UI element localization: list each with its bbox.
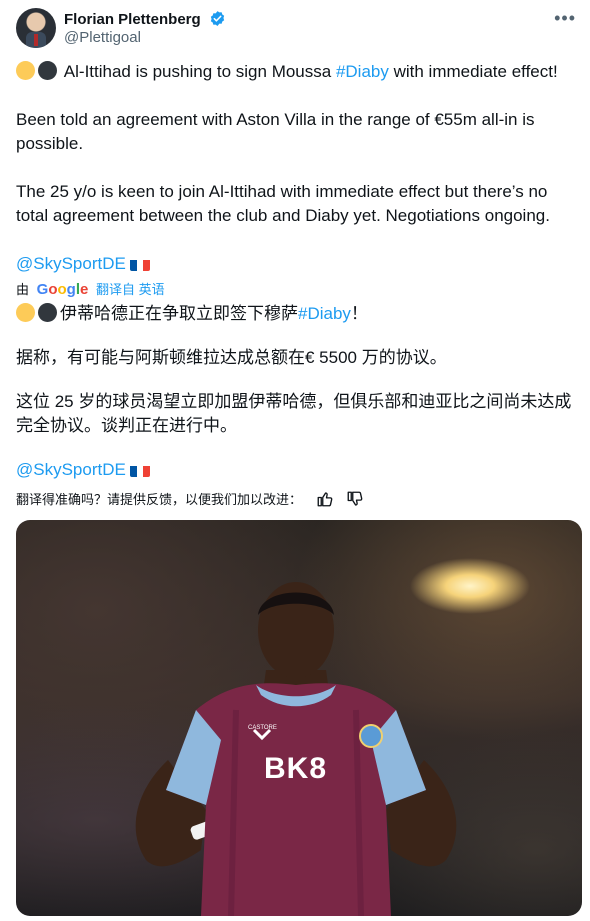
- more-options-icon[interactable]: •••: [554, 8, 576, 29]
- tweet-text: Al-Ittihad is pushing to sign Moussa #Di…: [16, 60, 576, 276]
- translated-hashtag-link[interactable]: #Diaby: [298, 304, 351, 323]
- tweet-line-1-text: Al-Ittihad is pushing to sign Moussa: [63, 62, 336, 81]
- tweet-paragraph-3: The 25 y/o is keen to join Al-Ittihad wi…: [16, 182, 550, 225]
- verified-badge-icon: [210, 11, 225, 26]
- translated-paragraph-3: 这位 25 岁的球员渴望立即加盟伊蒂哈德，但俱乐部和迪亚比之间尚未达成完全协议。…: [16, 392, 572, 435]
- google-logo-icon: Google: [36, 281, 89, 298]
- author-name[interactable]: Florian Plettenberg: [64, 10, 226, 28]
- tweet-mention-line: @SkySportDE: [16, 252, 576, 276]
- translated-from-link[interactable]: 翻译自 英语: [96, 282, 165, 297]
- translation-attribution: 由 Google 翻译自 英语: [16, 279, 165, 298]
- translated-paragraph-2: 据称，有可能与阿斯顿维拉达成总额在€ 5500 万的协议。: [16, 348, 447, 367]
- hashtag-link[interactable]: #Diaby: [336, 62, 389, 81]
- tweet-line-1-end: with immediate effect!: [388, 62, 558, 81]
- translated-mention-line: @SkySportDE: [16, 458, 576, 482]
- mention-link[interactable]: @SkySportDE: [16, 254, 126, 273]
- black-circle-emoji-icon: [38, 61, 57, 80]
- translated-line-1-text: 伊蒂哈德正在争取立即签下穆萨: [60, 304, 298, 323]
- translated-line-1: 伊蒂哈德正在争取立即签下穆萨#Diaby！: [16, 302, 576, 326]
- kit-brand-label: CASTORE: [248, 725, 277, 731]
- tweet-paragraph-2: Been told an agreement with Aston Villa …: [16, 110, 535, 153]
- france-flag-icon: [129, 257, 150, 271]
- france-flag-icon: [129, 463, 150, 477]
- black-circle-emoji-icon: [38, 303, 57, 322]
- tweet-line-1: Al-Ittihad is pushing to sign Moussa #Di…: [16, 60, 576, 84]
- feedback-prompt: 翻译得准确吗？请提供反馈，以便我们加以改进：: [16, 492, 303, 507]
- author-name-text[interactable]: Florian Plettenberg: [64, 11, 201, 28]
- yellow-circle-emoji-icon: [16, 61, 35, 80]
- thumbs-up-icon[interactable]: [316, 490, 334, 508]
- avatar-tie: [34, 34, 38, 46]
- tweet-photo[interactable]: BK8 CASTORE: [16, 520, 582, 916]
- thumbs-down-icon[interactable]: [346, 490, 364, 508]
- author-handle[interactable]: @Plettigoal: [64, 29, 141, 46]
- sponsor-text: BK8: [264, 752, 328, 785]
- translation-feedback: 翻译得准确吗？请提供反馈，以便我们加以改进：: [16, 489, 364, 508]
- translated-mention-link[interactable]: @SkySportDE: [16, 460, 126, 479]
- player-illustration: [135, 582, 457, 916]
- translated-text: 伊蒂哈德正在争取立即签下穆萨#Diaby！ 据称，有可能与阿斯顿维拉达成总额在€…: [16, 302, 576, 482]
- tweet-header: Florian Plettenberg @Plettigoal •••: [16, 8, 576, 50]
- yellow-circle-emoji-icon: [16, 303, 35, 322]
- avatar[interactable]: [16, 8, 56, 48]
- translated-line-1-end: ！: [350, 304, 368, 323]
- sponsor-logo: BK8: [264, 752, 327, 786]
- translated-by-label: 由: [16, 282, 30, 297]
